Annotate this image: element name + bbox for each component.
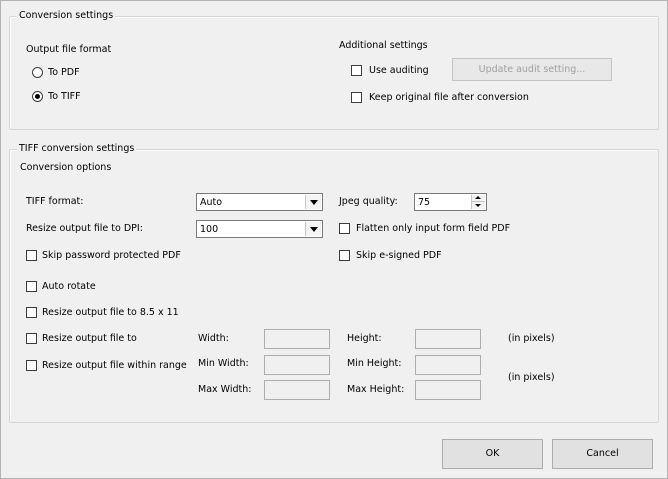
resize-to-checkbox[interactable] — [26, 333, 37, 344]
min-width-label: Min Width: — [198, 358, 249, 369]
radio-selected-dot — [35, 94, 40, 99]
width-label: Width: — [198, 333, 229, 344]
keep-original-checkbox[interactable] — [351, 92, 362, 103]
width-field[interactable] — [264, 329, 330, 349]
stepper-down-icon[interactable] — [471, 202, 485, 209]
in-pixels-label: (in pixels) — [508, 333, 555, 344]
stepper-up-icon[interactable] — [471, 195, 485, 202]
max-width-label: Max Width: — [198, 384, 252, 395]
keep-original-label[interactable]: Keep original file after conversion — [369, 92, 529, 104]
resize-85x11-checkbox[interactable] — [26, 307, 37, 318]
skip-password-label[interactable]: Skip password protected PDF — [42, 250, 181, 262]
tiff-format-value: Auto — [200, 197, 223, 208]
use-auditing-checkbox[interactable] — [351, 65, 362, 76]
use-auditing-label[interactable]: Use auditing — [369, 65, 429, 77]
resize-dpi-label: Resize output file to DPI: — [26, 223, 143, 234]
dialog-window: Conversion settings Output file format T… — [0, 0, 668, 479]
resize-range-label[interactable]: Resize output file within range — [42, 360, 187, 372]
min-height-label: Min Height: — [347, 358, 402, 369]
additional-settings-label: Additional settings — [339, 40, 428, 51]
jpeg-quality-stepper[interactable]: 75 — [414, 193, 487, 211]
jpeg-quality-label: Jpeg quality: — [339, 196, 398, 207]
max-height-field[interactable] — [415, 380, 481, 400]
conversion-settings-legend: Conversion settings — [17, 10, 116, 21]
to-tiff-label[interactable]: To TIFF — [48, 91, 81, 103]
height-label: Height: — [347, 333, 382, 344]
tiff-format-select[interactable]: Auto — [196, 193, 323, 211]
chevron-down-icon[interactable] — [305, 195, 321, 209]
resize-dpi-value: 100 — [200, 224, 219, 235]
auto-rotate-label[interactable]: Auto rotate — [42, 281, 96, 293]
min-height-field[interactable] — [415, 355, 481, 375]
tiff-settings-group — [9, 149, 659, 423]
tiff-format-label: TIFF format: — [26, 196, 84, 207]
max-width-field[interactable] — [264, 380, 330, 400]
flatten-checkbox[interactable] — [339, 223, 350, 234]
max-height-label: Max Height: — [347, 384, 405, 395]
resize-range-checkbox[interactable] — [26, 360, 37, 371]
skip-esigned-checkbox[interactable] — [339, 250, 350, 261]
skip-esigned-label[interactable]: Skip e-signed PDF — [356, 250, 442, 262]
cancel-button[interactable]: Cancel — [552, 439, 653, 469]
jpeg-quality-value: 75 — [418, 197, 431, 208]
to-pdf-radio[interactable] — [32, 67, 43, 78]
conversion-options-label: Conversion options — [20, 162, 112, 173]
flatten-label[interactable]: Flatten only input form field PDF — [356, 223, 510, 235]
auto-rotate-checkbox[interactable] — [26, 281, 37, 292]
to-tiff-radio[interactable] — [32, 91, 43, 102]
chevron-down-icon[interactable] — [305, 222, 321, 236]
resize-85x11-label[interactable]: Resize output file to 8.5 x 11 — [42, 307, 179, 319]
to-pdf-label[interactable]: To PDF — [48, 67, 80, 79]
height-field[interactable] — [415, 329, 481, 349]
update-audit-setting-button[interactable]: Update audit setting... — [452, 58, 612, 81]
in-pixels-range-label: (in pixels) — [508, 372, 555, 383]
output-format-label: Output file format — [26, 44, 112, 55]
tiff-settings-legend: TIFF conversion settings — [17, 143, 137, 154]
resize-dpi-select[interactable]: 100 — [196, 220, 323, 238]
stepper-buttons — [471, 195, 485, 209]
ok-button[interactable]: OK — [442, 439, 543, 469]
skip-password-checkbox[interactable] — [26, 250, 37, 261]
min-width-field[interactable] — [264, 355, 330, 375]
resize-to-label[interactable]: Resize output file to — [42, 333, 137, 345]
